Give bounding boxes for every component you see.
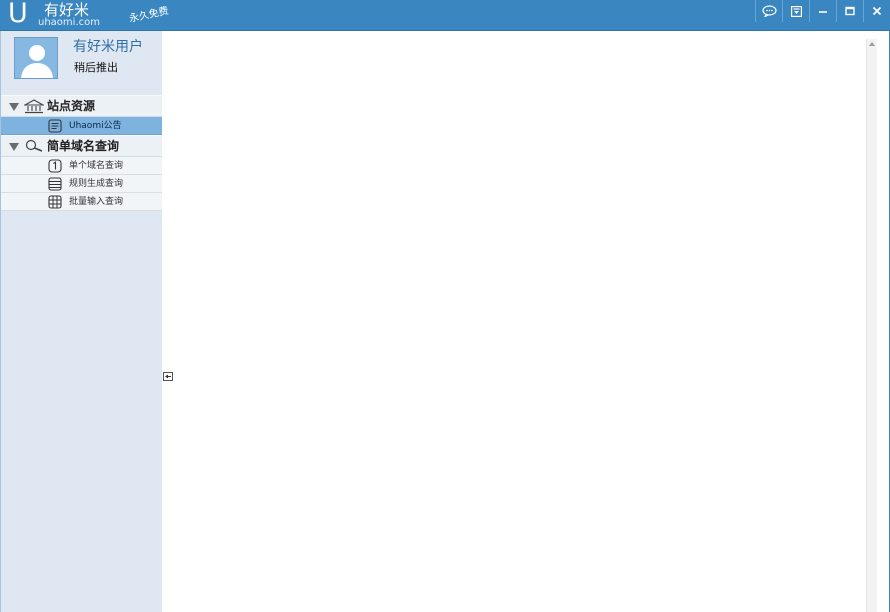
sidebar-item-rule-generation-query[interactable]: 规则生成查询 [1,175,162,193]
number-one-icon [48,159,62,173]
app-slogan: 永久免费 [128,5,170,25]
logo-letter: U [8,0,28,29]
group-header-site-resources[interactable]: 站点资源 [1,95,162,117]
minimize-icon [819,11,827,13]
list-icon [48,177,62,191]
group-label: 简单域名查询 [47,139,120,153]
scroll-up-arrow-icon[interactable] [869,42,875,46]
sidebar-item-label: Uhaomi公告 [69,121,122,131]
grid-icon [48,195,62,209]
minimize-button[interactable] [809,0,836,22]
maximize-button[interactable] [836,0,863,22]
sidebar-item-uhaomi-notice[interactable]: Uhaomi公告 [1,117,162,135]
sidebar-item-label: 规则生成查询 [69,179,124,189]
sidebar-item-batch-input-query[interactable]: 批量输入查询 [1,193,162,211]
group-label: 站点资源 [47,99,96,113]
collapse-left-icon [163,372,173,381]
vertical-scrollbar[interactable] [866,39,877,612]
sidebar-item-label: 单个域名查询 [69,161,124,171]
sidebar: 有好米用户 稍后推出 站点资源 Uhaomi公告 简单域名查询 单个域名查询 规… [0,31,162,612]
avatar[interactable] [14,37,58,79]
magnifier-icon [25,139,43,152]
menu-dropdown-icon [790,5,802,17]
main-content [162,31,890,612]
bank-icon [24,99,44,114]
user-panel: 有好米用户 稍后推出 [1,31,162,95]
notice-icon [48,119,62,133]
chat-button[interactable] [755,0,782,22]
close-button[interactable] [863,0,890,22]
menu-dropdown-button[interactable] [782,0,809,22]
close-icon [872,6,882,16]
chat-icon [761,5,777,17]
group-header-simple-domain-query[interactable]: 简单域名查询 [1,135,162,157]
expand-triangle-icon [9,103,19,111]
user-avatar-icon [15,38,57,78]
sidebar-collapse-button[interactable] [163,366,173,381]
app-domain: uhaomi.com [38,17,100,28]
user-action-text: 稍后推出 [74,61,118,74]
title-bar: U 有好米 uhaomi.com 永久免费 [0,0,890,31]
sidebar-item-label: 批量输入查询 [69,197,124,207]
window-controls [755,0,890,22]
sidebar-item-single-domain-query[interactable]: 单个域名查询 [1,157,162,175]
user-name: 有好米用户 [73,39,143,55]
expand-triangle-icon [9,143,19,151]
maximize-icon [845,6,855,16]
